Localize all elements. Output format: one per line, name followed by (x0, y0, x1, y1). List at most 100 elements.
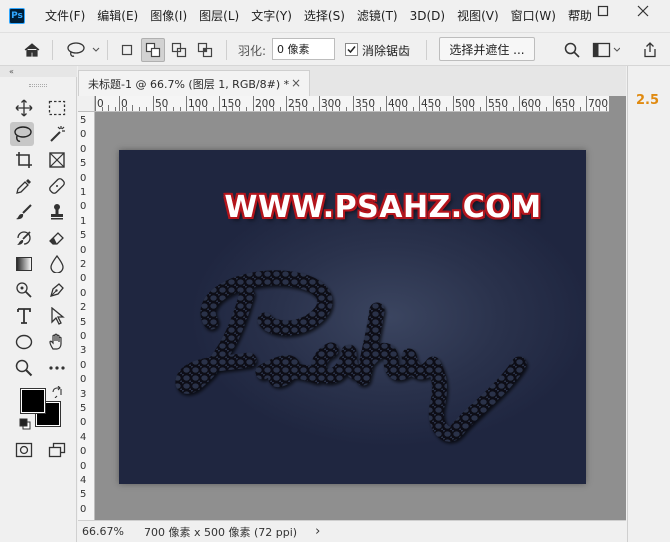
close-icon[interactable] (624, 0, 662, 22)
eyedropper-tool-icon[interactable] (12, 174, 36, 198)
menu-edit[interactable]: 编辑(E) (91, 5, 144, 27)
foreground-color-swatch[interactable] (20, 388, 46, 414)
ruler-label: 0 (80, 417, 87, 429)
brush-tool-icon[interactable] (12, 200, 36, 224)
status-menu-arrow-icon[interactable]: › (315, 524, 320, 539)
quick-mask-icon[interactable] (12, 438, 36, 462)
select-and-mask-button[interactable]: 选择并遮住 ... (439, 37, 535, 61)
close-tab-icon[interactable]: × (291, 76, 301, 90)
ruler-label: 250 (288, 98, 309, 110)
workspace-switcher-icon[interactable] (591, 40, 621, 60)
ruler-minor-tick (505, 107, 507, 111)
ruler-label: 0 (80, 374, 87, 386)
ruler-minor-tick (179, 107, 181, 111)
hand-tool-icon[interactable] (45, 330, 69, 354)
ruler-label: 650 (555, 98, 576, 110)
share-icon[interactable] (640, 40, 660, 60)
ruler-label: 600 (521, 98, 542, 110)
frame-tool-icon[interactable] (45, 148, 69, 172)
menu-image[interactable]: 图像(I) (144, 5, 193, 27)
blur-tool-icon[interactable] (45, 252, 69, 276)
lasso-preset-picker[interactable] (62, 40, 102, 60)
status-bar: 66.67% 700 像素 x 500 像素 (72 ppi) › (78, 520, 626, 542)
swap-colors-icon[interactable] (51, 385, 63, 401)
ruler-minor-tick (238, 107, 240, 111)
menu-window[interactable]: 窗口(W) (505, 5, 562, 27)
ruler-label: 5 (80, 158, 87, 170)
photoshop-logo: Ps (9, 8, 25, 24)
antialias-label: 消除锯齿 (362, 44, 411, 58)
more-tools-icon[interactable] (45, 356, 69, 380)
horizontal-ruler[interactable]: 0 0 50 100 150 200 250 300 350 400 450 500 550 600 650… (95, 96, 609, 112)
ruler-label: 0 (80, 201, 87, 213)
path-selection-tool-icon[interactable] (45, 304, 69, 328)
ruler-minor-tick (605, 107, 607, 111)
ruler-minor-tick (425, 107, 427, 111)
menu-type[interactable]: 文字(Y) (245, 5, 298, 27)
ruler-minor-tick (499, 105, 501, 111)
ellipse-tool-icon[interactable] (12, 330, 36, 354)
ruler-minor-tick (345, 107, 347, 111)
menu-3d[interactable]: 3D(D) (404, 5, 451, 27)
ruler-label: 200 (255, 98, 276, 110)
intersect-selection-button[interactable] (193, 38, 217, 62)
right-panel: 2.5 (627, 66, 670, 542)
eraser-tool-icon[interactable] (45, 226, 69, 250)
ruler-minor-tick (259, 107, 261, 111)
add-to-selection-button[interactable] (141, 38, 165, 62)
ruler-minor-tick (359, 107, 361, 111)
document-tab[interactable]: 未标题-1 @ 66.7% (图层 1, RGB/8#) * × (78, 70, 310, 96)
home-icon[interactable] (20, 40, 44, 60)
history-brush-tool-icon[interactable] (12, 226, 36, 250)
menu-view[interactable]: 视图(V) (451, 5, 505, 27)
lasso-tool-icon[interactable] (10, 122, 34, 146)
ruler-minor-tick (232, 105, 234, 111)
search-icon[interactable] (561, 40, 583, 60)
tools-panel (0, 77, 77, 542)
ruler-label: 550 (488, 98, 509, 110)
gradient-tool-icon[interactable] (12, 252, 36, 276)
ruler-origin[interactable] (78, 96, 95, 112)
clone-stamp-tool-icon[interactable] (45, 200, 69, 224)
zoom-tool-icon[interactable] (12, 356, 36, 380)
ruler-minor-tick (101, 107, 103, 111)
pen-tool-icon[interactable] (45, 278, 69, 302)
ruler-minor-tick (172, 107, 174, 111)
magic-wand-tool-icon[interactable] (45, 122, 69, 146)
default-colors-icon[interactable] (19, 418, 31, 433)
screen-mode-icon[interactable] (45, 438, 69, 462)
ruler-label: 5 (80, 403, 87, 414)
ruler-minor-tick (379, 107, 381, 111)
separator (107, 40, 108, 60)
move-tool-icon[interactable] (12, 96, 36, 120)
feather-input[interactable]: 0 像素 (272, 38, 335, 60)
toolbar-grip[interactable] (29, 84, 47, 87)
menu-file[interactable]: 文件(F) (39, 5, 91, 27)
zoom-level[interactable]: 66.67% (82, 525, 138, 538)
dodge-tool-icon[interactable] (12, 278, 36, 302)
document-tab-bar: 未标题-1 @ 66.7% (图层 1, RGB/8#) * × (78, 66, 626, 96)
menu-filter[interactable]: 滤镜(T) (351, 5, 404, 27)
ruler-label: 300 (321, 98, 342, 110)
subtract-from-selection-button[interactable] (167, 38, 191, 62)
document-canvas[interactable]: WWW.PSAHZ.COM (119, 150, 586, 484)
panel-value[interactable]: 2.5 (636, 93, 659, 108)
ruler-minor-tick (492, 107, 494, 111)
antialias-checkbox[interactable] (345, 43, 358, 56)
menu-select[interactable]: 选择(S) (298, 5, 351, 27)
ruler-minor-tick (545, 107, 547, 111)
canvas-area[interactable]: WWW.PSAHZ.COM (95, 112, 609, 520)
crop-tool-icon[interactable] (12, 148, 36, 172)
vertical-ruler[interactable]: 5 0 0 5 0 1 0 1 5 0 2 0 0 2 5 0 3 0 0 3 5 0 4 0 0 4 5 0 (78, 112, 95, 520)
marquee-tool-icon[interactable] (45, 96, 69, 120)
ruler-minor-tick (579, 107, 581, 111)
ruler-minor-tick (205, 107, 207, 111)
maximize-icon[interactable] (584, 0, 622, 22)
menu-layer[interactable]: 图层(L) (193, 5, 245, 27)
new-selection-button[interactable] (115, 38, 139, 62)
healing-brush-tool-icon[interactable] (45, 174, 69, 198)
ruler-minor-tick (292, 107, 294, 111)
ruler-minor-tick (479, 107, 481, 111)
type-tool-icon[interactable] (12, 304, 36, 328)
toolbar-collapse-strip[interactable]: « (0, 66, 77, 77)
